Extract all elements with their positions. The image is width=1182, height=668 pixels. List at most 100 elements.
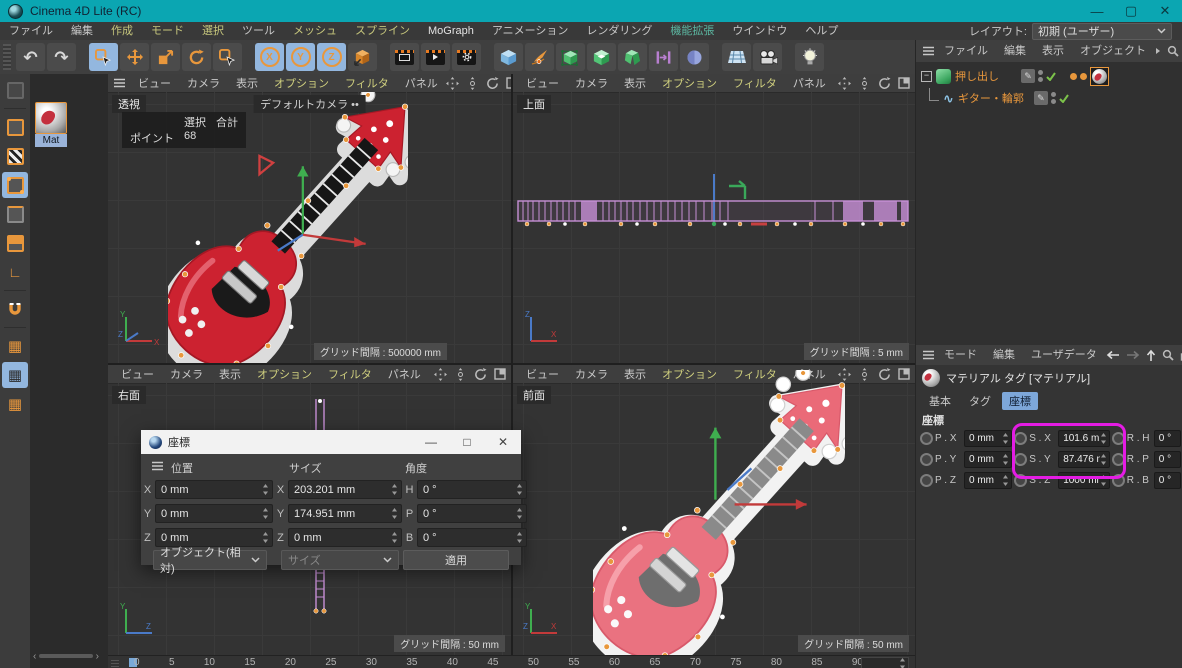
spinner-icon[interactable] xyxy=(1100,432,1107,445)
rotate-view-icon[interactable] xyxy=(878,368,891,381)
spinner-icon[interactable] xyxy=(1002,474,1009,487)
rotate-view-icon[interactable] xyxy=(486,77,499,90)
live-selection-button[interactable] xyxy=(89,43,118,71)
size-y-field[interactable]: 174.951 mm xyxy=(288,504,402,523)
menu-window[interactable]: ウインドウ xyxy=(723,22,796,40)
guitar-spline-top[interactable] xyxy=(515,174,913,236)
camera-button[interactable] xyxy=(753,43,782,71)
menu-tools[interactable]: ツール xyxy=(233,22,284,40)
pan-view-icon[interactable] xyxy=(434,368,447,381)
snap-workplane-button[interactable]: ▦ xyxy=(2,391,28,417)
size-mode-dropdown[interactable]: サイズ xyxy=(281,550,399,570)
viewport-top[interactable]: ビュー カメラ 表示 オプション フィルタ パネル 上面 xyxy=(513,74,915,363)
spinner-icon[interactable] xyxy=(391,507,398,520)
sy-field[interactable]: 87.476 mm xyxy=(1058,451,1110,468)
vp-menu-options[interactable]: オプション xyxy=(654,75,725,91)
spinner-icon[interactable] xyxy=(391,531,398,544)
keyframe-circle[interactable] xyxy=(1112,453,1125,466)
tab-tag[interactable]: タグ xyxy=(962,392,998,410)
pos-y-field[interactable]: 0 mm xyxy=(155,504,273,523)
material-tag-selected[interactable] xyxy=(1090,67,1109,86)
primitive-cube-button[interactable] xyxy=(494,43,523,71)
keyframe-circle[interactable] xyxy=(1014,432,1027,445)
tab-basic[interactable]: 基本 xyxy=(922,392,958,410)
dialog-title-bar[interactable]: 座標 — □ ✕ xyxy=(141,430,521,454)
rp-field[interactable]: 0 ° xyxy=(1154,451,1181,468)
spinner-icon[interactable] xyxy=(1002,453,1009,466)
material-scrollbar[interactable]: ‹ › xyxy=(33,651,99,661)
vp-menu-filter[interactable]: フィルタ xyxy=(725,75,785,91)
material-thumbnail[interactable] xyxy=(35,102,67,134)
spinner-icon[interactable] xyxy=(262,483,269,496)
vp-menu-panel[interactable]: パネル xyxy=(380,366,429,382)
material-name[interactable]: Mat xyxy=(35,134,67,147)
pos-x-field[interactable]: 0 mm xyxy=(155,480,273,499)
undo-button[interactable]: ↶ xyxy=(16,43,45,71)
vp-menu-view[interactable]: ビュー xyxy=(518,366,567,382)
om-menu-objects[interactable]: オブジェクト xyxy=(1073,42,1153,60)
workplane-button[interactable]: ▦ xyxy=(2,333,28,359)
dialog-maximize-button[interactable]: □ xyxy=(449,430,485,454)
spinner-icon[interactable] xyxy=(516,507,523,520)
dolly-view-icon[interactable] xyxy=(858,368,871,381)
minimize-button[interactable]: — xyxy=(1080,0,1114,22)
light-button[interactable] xyxy=(795,43,824,71)
apply-button[interactable]: 適用 xyxy=(403,550,509,570)
keyframe-circle[interactable] xyxy=(920,474,933,487)
vp-menu-camera[interactable]: カメラ xyxy=(162,366,211,382)
visibility-dots[interactable] xyxy=(1038,70,1043,82)
menu-mode[interactable]: モード xyxy=(142,22,193,40)
model-mode-button[interactable] xyxy=(2,114,28,140)
py-field[interactable]: 0 mm xyxy=(964,451,1012,468)
size-z-field[interactable]: 0 mm xyxy=(288,528,402,547)
vp-menu-options[interactable]: オプション xyxy=(266,75,337,91)
dolly-view-icon[interactable] xyxy=(454,368,467,381)
redo-button[interactable]: ↷ xyxy=(47,43,76,71)
history-forward-icon[interactable] xyxy=(1126,350,1140,360)
menu-extensions[interactable]: 機能拡張 xyxy=(661,22,723,40)
lock-x-axis-button[interactable]: X xyxy=(255,43,284,71)
render-settings-button[interactable] xyxy=(452,43,481,71)
dolly-view-icon[interactable] xyxy=(858,77,871,90)
rect-selection-button[interactable] xyxy=(213,43,242,71)
tab-coordinates[interactable]: 座標 xyxy=(1002,392,1038,410)
spinner-icon[interactable] xyxy=(516,531,523,544)
menu-animation[interactable]: アニメーション xyxy=(483,22,578,40)
frame-field[interactable] xyxy=(861,657,909,668)
dialog-close-button[interactable]: ✕ xyxy=(485,430,521,454)
angle-h-field[interactable]: 0 ° xyxy=(417,480,527,499)
menu-spline[interactable]: スプライン xyxy=(346,22,419,40)
object-name[interactable]: 押し出し xyxy=(955,68,999,84)
menu-create[interactable]: 作成 xyxy=(102,22,142,40)
maximize-button[interactable]: ▢ xyxy=(1114,0,1148,22)
spinner-icon[interactable] xyxy=(516,483,523,496)
menu-edit[interactable]: 編集 xyxy=(62,22,102,40)
spinner-icon[interactable] xyxy=(262,507,269,520)
object-row-spline[interactable]: ∿ ギター・輪郭 ✎ xyxy=(916,88,1182,108)
hamburger-icon[interactable] xyxy=(922,46,935,56)
vp-menu-filter[interactable]: フィルタ xyxy=(337,75,397,91)
am-menu-edit[interactable]: 編集 xyxy=(986,346,1022,364)
vp-menu-view[interactable]: ビュー xyxy=(113,366,162,382)
vp-menu-camera[interactable]: カメラ xyxy=(179,75,228,91)
generator-button[interactable] xyxy=(587,43,616,71)
am-menu-userdata[interactable]: ユーザデータ xyxy=(1024,346,1104,364)
menu-help[interactable]: ヘルプ xyxy=(796,22,847,40)
axis-mode-button[interactable]: ∟ xyxy=(2,259,28,285)
rh-field[interactable]: 0 ° xyxy=(1154,430,1181,447)
lock-workplane-button[interactable]: ▦ xyxy=(2,362,28,388)
px-field[interactable]: 0 mm xyxy=(964,430,1012,447)
keyframe-circle[interactable] xyxy=(920,453,933,466)
menu-render[interactable]: レンダリング xyxy=(577,22,661,40)
convert-object-button[interactable] xyxy=(2,77,28,103)
mode-dropdown[interactable]: オブジェクト(相対) xyxy=(153,550,267,570)
keyframe-circle[interactable] xyxy=(1112,474,1125,487)
edge-mode-button[interactable] xyxy=(2,201,28,227)
vp-menu-display[interactable]: 表示 xyxy=(616,75,654,91)
lock-z-axis-button[interactable]: Z xyxy=(317,43,346,71)
scroll-left-icon[interactable]: ‹ xyxy=(33,651,36,662)
spinner-icon[interactable] xyxy=(1002,432,1009,445)
sz-field[interactable]: 1000 mm xyxy=(1058,472,1110,489)
enabled-check-icon[interactable] xyxy=(1046,72,1056,81)
edit-toggle-icon[interactable]: ✎ xyxy=(1021,69,1035,83)
